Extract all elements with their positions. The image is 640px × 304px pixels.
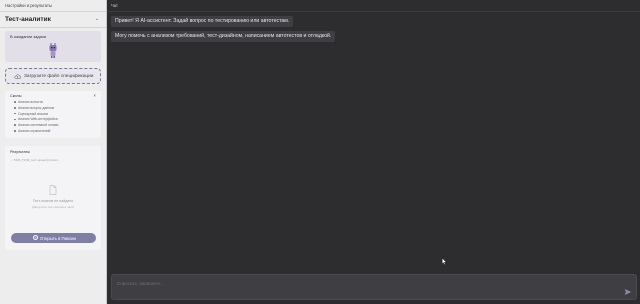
results-file[interactable]: ....ТЗ29_ТС30_тест-проект(1).docx (10, 158, 58, 162)
results-empty-text: Тест-планов не найдено (32, 199, 74, 203)
skills-list: Анализ ясности Анализ вопрос-данные Сцен… (14, 100, 58, 135)
chat-message: Привет! Я AI-ассистент. Задай вопрос по … (111, 16, 294, 27)
list-item: Анализ ограничений (14, 129, 58, 135)
upload-dropzone[interactable]: Загрузите файл спецификации (5, 68, 101, 84)
divider (107, 11, 640, 12)
mouse-pointer-icon (442, 258, 447, 265)
sidebar: Настройки и результаты Тест-аналитик ⌄ В… (0, 0, 107, 304)
document-icon (49, 185, 57, 195)
chat-message: Могу помочь с анализом требований, тест-… (111, 31, 336, 42)
skills-panel: Скилы × Анализ ясности Анализ вопрос-дан… (5, 91, 101, 138)
send-icon[interactable] (624, 288, 632, 296)
results-panel: Результаты ....ТЗ29_ТС30_тест-проект(1).… (5, 146, 101, 250)
sidebar-title: Тест-аналитик (5, 16, 51, 23)
results-empty-subtext: (Запустите тест-агента в чате) (31, 205, 75, 209)
divider (0, 27, 106, 28)
status-card: В ожидании задачи (5, 31, 101, 62)
status-label: В ожидании задачи (10, 34, 47, 39)
chevron-down-icon[interactable]: ⌄ (95, 16, 99, 22)
divider (0, 11, 106, 12)
open-button-label: Открыть в Пиксии (40, 235, 76, 241)
sidebar-header: Настройки и результаты (5, 3, 52, 8)
close-icon[interactable]: × (93, 93, 96, 98)
results-title: Результаты (10, 150, 30, 154)
chat-input[interactable] (117, 278, 617, 288)
chat-panel: Чат Привет! Я AI-ассистент. Задай вопрос… (107, 0, 640, 304)
skills-title: Скилы (10, 94, 22, 98)
chat-header: Чат (111, 3, 118, 8)
robot-avatar-icon (49, 43, 57, 58)
chat-input-container (111, 274, 637, 300)
open-button[interactable]: + Открыть в Пиксии (11, 233, 96, 243)
upload-cloud-icon (14, 74, 21, 79)
plus-circle-icon: + (33, 235, 38, 241)
upload-label: Загрузите файл спецификации (24, 73, 94, 79)
